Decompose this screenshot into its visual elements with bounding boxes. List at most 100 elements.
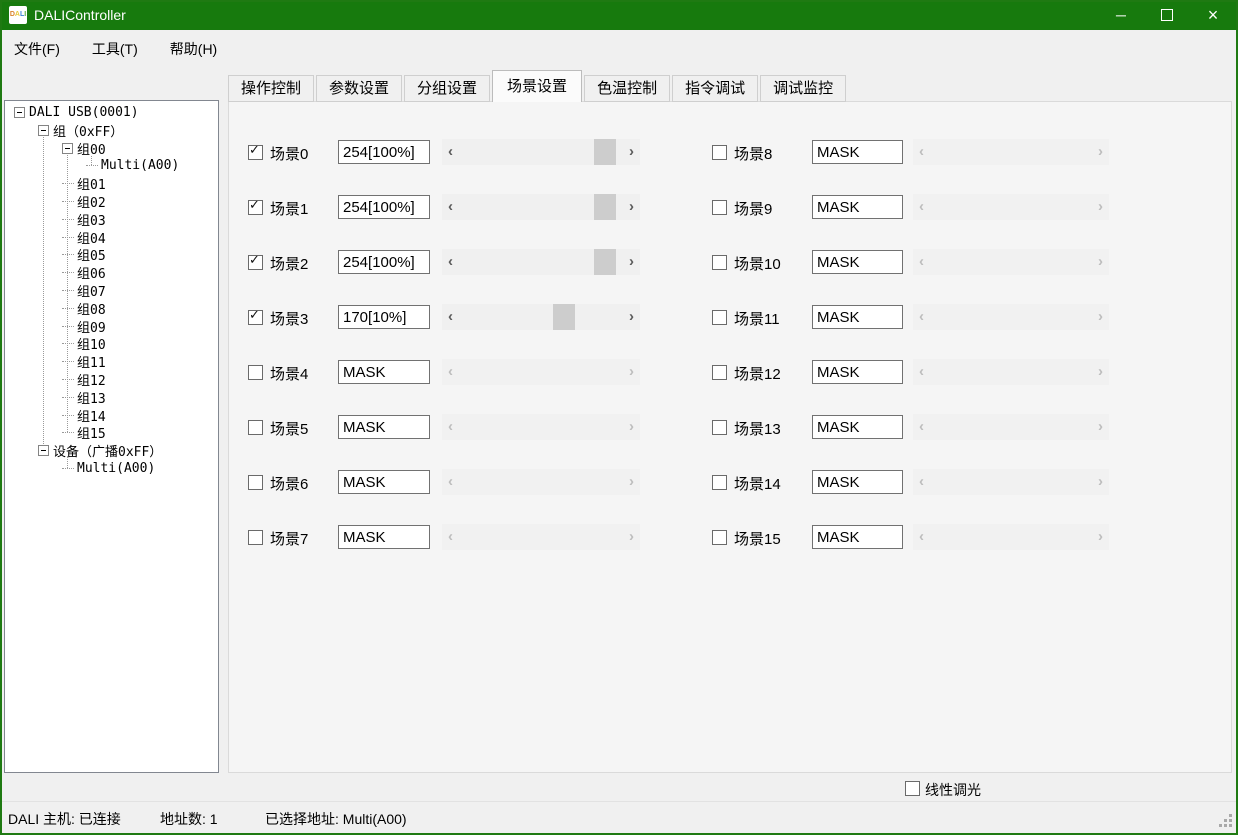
tree-item[interactable]: 组07 (62, 282, 106, 299)
scene-value-input[interactable] (812, 305, 903, 329)
scene-slider[interactable]: ‹ › (913, 414, 1109, 440)
scene-slider[interactable]: ‹ › (913, 139, 1109, 165)
slider-right-arrow-icon[interactable]: › (623, 249, 640, 275)
slider-left-arrow-icon[interactable]: ‹ (913, 304, 930, 330)
title-bar[interactable]: DALI DALIController ─ × (0, 0, 1238, 30)
scene-value-input[interactable] (338, 360, 430, 384)
scene-value-input[interactable] (812, 360, 903, 384)
scene-slider[interactable]: ‹ › (913, 194, 1109, 220)
scene-slider[interactable]: ‹ › (442, 414, 640, 440)
slider-right-arrow-icon[interactable]: › (623, 139, 640, 165)
scene-checkbox[interactable]: ✓ (248, 145, 263, 160)
slider-right-arrow-icon[interactable]: › (623, 194, 640, 220)
scene-value-input[interactable] (338, 140, 430, 164)
scene-slider[interactable]: ‹ › (442, 469, 640, 495)
scene-value-input[interactable] (812, 470, 903, 494)
slider-thumb[interactable] (594, 139, 616, 165)
tab-debug-monitor[interactable]: 调试监控 (760, 75, 846, 102)
slider-right-arrow-icon[interactable]: › (623, 304, 640, 330)
tree-item[interactable]: 组01 (62, 175, 106, 192)
scene-checkbox[interactable]: ✓ (248, 310, 263, 325)
slider-right-arrow-icon[interactable]: › (1092, 524, 1109, 550)
tree-item[interactable]: 组13 (62, 389, 106, 406)
slider-left-arrow-icon[interactable]: ‹ (913, 194, 930, 220)
tree-item[interactable]: DALI USB(0001) (14, 104, 139, 121)
scene-checkbox[interactable] (712, 420, 727, 435)
linear-dimming-checkbox[interactable] (905, 781, 920, 796)
scene-value-input[interactable] (338, 415, 430, 439)
scene-checkbox[interactable] (712, 145, 727, 160)
slider-right-arrow-icon[interactable]: › (623, 359, 640, 385)
tree-item[interactable]: 组15 (62, 424, 106, 441)
scene-checkbox[interactable] (248, 530, 263, 545)
tree-item[interactable]: 组05 (62, 246, 106, 263)
slider-right-arrow-icon[interactable]: › (1092, 414, 1109, 440)
tree-item[interactable]: 组09 (62, 318, 106, 335)
scene-slider[interactable]: ‹ › (442, 139, 640, 165)
tree-item[interactable]: 组02 (62, 193, 106, 210)
tree-item[interactable]: 组04 (62, 229, 106, 246)
tree-expander-icon[interactable] (62, 143, 73, 154)
device-tree[interactable]: DALI USB(0001) 组（0xFF） 组00 Multi(A00) 组0… (4, 100, 219, 773)
slider-right-arrow-icon[interactable]: › (1092, 194, 1109, 220)
scene-value-input[interactable] (812, 195, 903, 219)
scene-value-input[interactable] (338, 250, 430, 274)
scene-value-input[interactable] (812, 250, 903, 274)
slider-right-arrow-icon[interactable]: › (1092, 249, 1109, 275)
scene-value-input[interactable] (812, 140, 903, 164)
scene-slider[interactable]: ‹ › (442, 359, 640, 385)
scene-checkbox[interactable]: ✓ (248, 255, 263, 270)
tree-item[interactable]: 组10 (62, 335, 106, 352)
tree-item[interactable]: Multi(A00) (62, 460, 155, 477)
tree-expander-icon[interactable] (38, 445, 49, 456)
slider-left-arrow-icon[interactable]: ‹ (442, 139, 459, 165)
menu-item[interactable]: 文件(F) (4, 36, 70, 62)
slider-left-arrow-icon[interactable]: ‹ (913, 524, 930, 550)
tree-item[interactable]: 设备（广播0xFF） (38, 442, 162, 459)
slider-right-arrow-icon[interactable]: › (623, 469, 640, 495)
slider-left-arrow-icon[interactable]: ‹ (442, 469, 459, 495)
scene-checkbox[interactable] (248, 475, 263, 490)
scene-checkbox[interactable] (712, 530, 727, 545)
slider-left-arrow-icon[interactable]: ‹ (913, 139, 930, 165)
scene-value-input[interactable] (338, 305, 430, 329)
tree-item[interactable]: 组03 (62, 211, 106, 228)
tree-item[interactable]: 组08 (62, 300, 106, 317)
scene-slider[interactable]: ‹ › (442, 249, 640, 275)
slider-left-arrow-icon[interactable]: ‹ (913, 414, 930, 440)
tree-item[interactable]: 组11 (62, 353, 106, 370)
slider-right-arrow-icon[interactable]: › (1092, 304, 1109, 330)
close-button[interactable]: × (1190, 0, 1236, 30)
slider-left-arrow-icon[interactable]: ‹ (442, 524, 459, 550)
slider-left-arrow-icon[interactable]: ‹ (442, 304, 459, 330)
menu-item[interactable]: 工具(T) (82, 36, 148, 62)
tab-grouping-settings[interactable]: 分组设置 (404, 75, 490, 102)
maximize-button[interactable] (1144, 0, 1190, 30)
tree-expander-icon[interactable] (38, 125, 49, 136)
tree-expander-icon[interactable] (14, 107, 25, 118)
tab-color-temperature-control[interactable]: 色温控制 (584, 75, 670, 102)
tree-item[interactable]: 组12 (62, 371, 106, 388)
slider-thumb[interactable] (594, 249, 616, 275)
slider-right-arrow-icon[interactable]: › (1092, 139, 1109, 165)
scene-slider[interactable]: ‹ › (442, 304, 640, 330)
tab-scene-settings[interactable]: 场景设置 (492, 70, 582, 102)
scene-slider[interactable]: ‹ › (442, 194, 640, 220)
slider-right-arrow-icon[interactable]: › (623, 414, 640, 440)
scene-checkbox[interactable] (712, 475, 727, 490)
scene-slider[interactable]: ‹ › (913, 304, 1109, 330)
slider-left-arrow-icon[interactable]: ‹ (913, 249, 930, 275)
tab-operation-control[interactable]: 操作控制 (228, 75, 314, 102)
minimize-button[interactable]: ─ (1098, 0, 1144, 30)
scene-slider[interactable]: ‹ › (442, 524, 640, 550)
slider-thumb[interactable] (594, 194, 616, 220)
slider-thumb[interactable] (553, 304, 575, 330)
slider-right-arrow-icon[interactable]: › (1092, 469, 1109, 495)
menu-item[interactable]: 帮助(H) (160, 36, 227, 62)
slider-left-arrow-icon[interactable]: ‹ (442, 194, 459, 220)
slider-left-arrow-icon[interactable]: ‹ (442, 359, 459, 385)
scene-checkbox[interactable] (248, 420, 263, 435)
scene-checkbox[interactable] (248, 365, 263, 380)
tree-item[interactable]: 组（0xFF） (38, 122, 123, 139)
tree-item[interactable]: Multi(A00) (86, 157, 179, 174)
